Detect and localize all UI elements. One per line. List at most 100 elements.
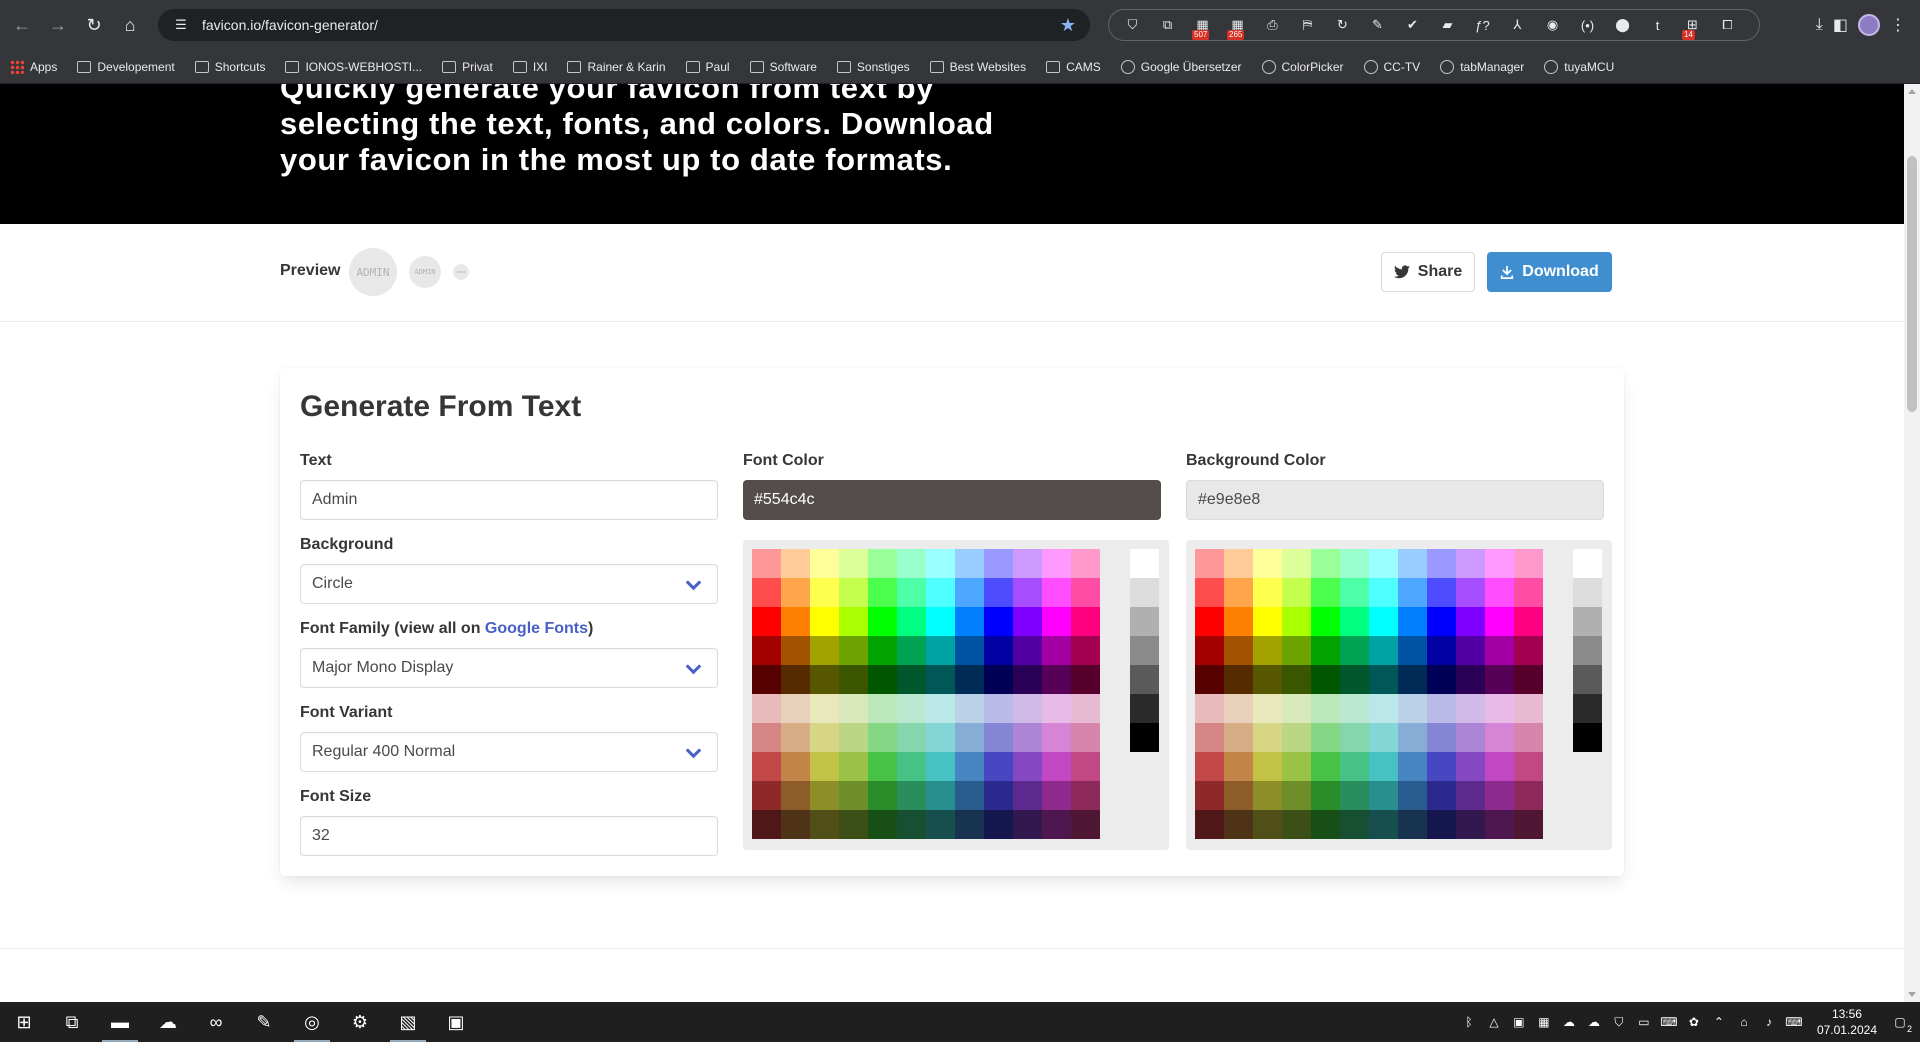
- color-swatch[interactable]: [1195, 694, 1224, 723]
- function-icon[interactable]: ƒ?: [1467, 14, 1498, 36]
- grey-swatch[interactable]: [1573, 723, 1602, 752]
- color-swatch[interactable]: [1398, 810, 1427, 839]
- color-swatch[interactable]: [1224, 694, 1253, 723]
- color-swatch[interactable]: [868, 694, 897, 723]
- task-view-icon[interactable]: ⧉: [48, 1002, 96, 1042]
- color-swatch[interactable]: [1456, 549, 1485, 578]
- color-swatch[interactable]: [1224, 549, 1253, 578]
- color-swatch[interactable]: [984, 549, 1013, 578]
- color-swatch[interactable]: [926, 607, 955, 636]
- grey-swatch[interactable]: [1573, 636, 1602, 665]
- color-swatch[interactable]: [1282, 607, 1311, 636]
- color-swatch[interactable]: [955, 781, 984, 810]
- color-swatch[interactable]: [781, 636, 810, 665]
- color-swatch[interactable]: [1369, 694, 1398, 723]
- bookmark-item[interactable]: tabManager: [1440, 59, 1524, 74]
- color-swatch[interactable]: [1042, 578, 1071, 607]
- color-swatch[interactable]: [1311, 636, 1340, 665]
- color-swatch[interactable]: [1195, 810, 1224, 839]
- color-swatch[interactable]: [1456, 694, 1485, 723]
- color-swatch[interactable]: [955, 665, 984, 694]
- color-swatch[interactable]: [1071, 549, 1100, 578]
- color-swatch[interactable]: [1514, 723, 1543, 752]
- color-swatch[interactable]: [1253, 810, 1282, 839]
- bookmark-item[interactable]: Rainer & Karin: [567, 60, 666, 74]
- color-swatch[interactable]: [1282, 810, 1311, 839]
- color-swatch[interactable]: [752, 549, 781, 578]
- color-swatch[interactable]: [1398, 694, 1427, 723]
- color-swatch[interactable]: [1253, 636, 1282, 665]
- color-swatch[interactable]: [1427, 665, 1456, 694]
- taskbar-clock[interactable]: 13:56 07.01.2024: [1817, 1006, 1877, 1038]
- bookmark-item[interactable]: Shortcuts: [194, 60, 265, 74]
- color-swatch[interactable]: [1253, 694, 1282, 723]
- code-icon[interactable]: (•): [1572, 14, 1603, 36]
- color-swatch[interactable]: [984, 723, 1013, 752]
- tray-ime-icon[interactable]: ⌨: [1785, 1014, 1802, 1030]
- grey-swatch[interactable]: [1130, 636, 1159, 665]
- color-swatch[interactable]: [1311, 752, 1340, 781]
- color-swatch[interactable]: [1013, 549, 1042, 578]
- color-swatch[interactable]: [1013, 636, 1042, 665]
- color-swatch[interactable]: [1456, 607, 1485, 636]
- color-swatch[interactable]: [1427, 636, 1456, 665]
- color-swatch[interactable]: [1485, 607, 1514, 636]
- tray-cloud2-icon[interactable]: ☁: [1586, 1014, 1602, 1030]
- color-swatch[interactable]: [839, 636, 868, 665]
- color-swatch[interactable]: [1042, 665, 1071, 694]
- color-swatch[interactable]: [1311, 578, 1340, 607]
- color-swatch[interactable]: [1369, 781, 1398, 810]
- color-swatch[interactable]: [1514, 694, 1543, 723]
- url-text[interactable]: favicon.io/favicon-generator/: [202, 17, 1060, 33]
- grey-swatch[interactable]: [1573, 549, 1602, 578]
- tray-app-icon[interactable]: ▣: [1511, 1014, 1527, 1030]
- color-swatch[interactable]: [1514, 781, 1543, 810]
- color-swatch[interactable]: [1369, 665, 1398, 694]
- color-swatch[interactable]: [752, 752, 781, 781]
- tray-volume-icon[interactable]: ♪: [1761, 1014, 1777, 1030]
- color-swatch[interactable]: [839, 810, 868, 839]
- image-viewer-icon[interactable]: ▣: [432, 1002, 480, 1042]
- color-swatch[interactable]: [1253, 607, 1282, 636]
- color-swatch[interactable]: [868, 810, 897, 839]
- color-swatch[interactable]: [1013, 607, 1042, 636]
- color-swatch[interactable]: [1340, 810, 1369, 839]
- color-swatch[interactable]: [1398, 665, 1427, 694]
- color-swatch[interactable]: [1514, 752, 1543, 781]
- color-swatch[interactable]: [1282, 549, 1311, 578]
- color-swatch[interactable]: [1340, 781, 1369, 810]
- shield-icon[interactable]: ⛉: [1117, 14, 1148, 36]
- notifications-icon[interactable]: ▢ 2: [1892, 1014, 1912, 1034]
- color-swatch[interactable]: [839, 694, 868, 723]
- color-swatch[interactable]: [1042, 752, 1071, 781]
- color-swatch[interactable]: [810, 665, 839, 694]
- reload-icon[interactable]: ↻: [76, 7, 112, 43]
- color-swatch[interactable]: [984, 607, 1013, 636]
- page-scrollbar[interactable]: [1904, 84, 1920, 1002]
- color-swatch[interactable]: [1013, 723, 1042, 752]
- scroll-up-arrow[interactable]: [1908, 89, 1916, 94]
- color-swatch[interactable]: [781, 665, 810, 694]
- color-swatch[interactable]: [1485, 810, 1514, 839]
- bookmark-item[interactable]: IXI: [512, 60, 547, 74]
- bookmark-item[interactable]: Software: [749, 60, 817, 74]
- color-swatch[interactable]: [781, 578, 810, 607]
- tray-drive-icon[interactable]: △: [1486, 1014, 1502, 1030]
- color-swatch[interactable]: [1369, 549, 1398, 578]
- color-swatch[interactable]: [984, 810, 1013, 839]
- color-swatch[interactable]: [955, 578, 984, 607]
- eyedropper-icon[interactable]: ✎: [1362, 14, 1393, 36]
- bookmark-icon[interactable]: ⛿: [1292, 14, 1323, 36]
- color-swatch[interactable]: [1398, 578, 1427, 607]
- color-swatch[interactable]: [1311, 810, 1340, 839]
- color-swatch[interactable]: [1456, 723, 1485, 752]
- color-swatch[interactable]: [897, 810, 926, 839]
- color-swatch[interactable]: [1456, 665, 1485, 694]
- bookmark-item[interactable]: tuyaMCU: [1544, 59, 1614, 74]
- background-select[interactable]: Circle: [300, 564, 718, 604]
- grey-swatch[interactable]: [1573, 665, 1602, 694]
- color-swatch[interactable]: [1369, 810, 1398, 839]
- color-swatch[interactable]: [955, 723, 984, 752]
- tray-bluetooth-icon[interactable]: ᛒ: [1461, 1014, 1477, 1030]
- color-swatch[interactable]: [1282, 752, 1311, 781]
